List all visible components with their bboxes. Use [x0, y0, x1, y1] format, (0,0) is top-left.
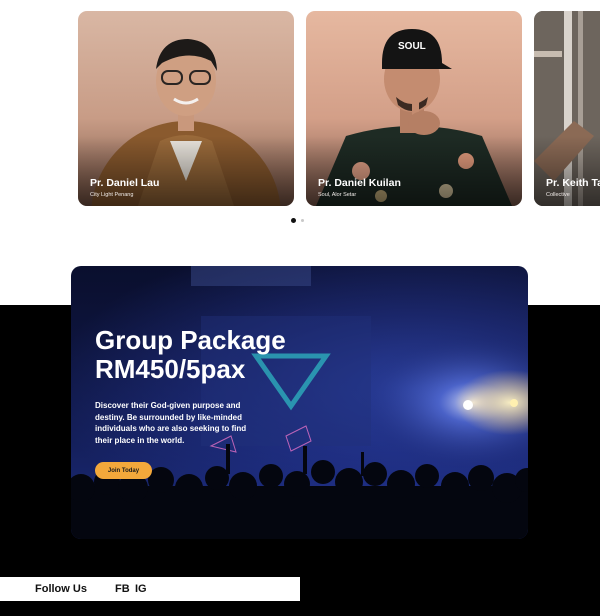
- speaker-name: Pr. Daniel Kuilan: [318, 177, 401, 189]
- speaker-card[interactable]: Pr. Daniel Lau City Light Penang: [78, 11, 294, 206]
- package-description: Discover their God-given purpose and des…: [95, 401, 247, 445]
- carousel-dot-active[interactable]: [291, 218, 296, 223]
- speaker-church: City Light Penang: [90, 192, 134, 198]
- carousel-dot[interactable]: [301, 219, 304, 222]
- group-package-banner: Group Package RM450/5pax Discover their …: [71, 266, 528, 539]
- package-price: RM450/5pax: [95, 354, 246, 384]
- instagram-link[interactable]: IG: [135, 583, 147, 595]
- speaker-church: Soul, Alor Setar: [318, 192, 357, 198]
- package-title: Group Package RM450/5pax: [95, 326, 355, 384]
- package-title-line: Group Package: [95, 325, 286, 355]
- speaker-card[interactable]: Pr. Keith Ta Collective: [534, 11, 600, 206]
- follow-us-bar: Follow Us FB IG: [0, 577, 300, 601]
- carousel-pagination: [291, 218, 304, 223]
- join-today-button[interactable]: Join Today: [95, 462, 152, 479]
- speaker-name: Pr. Keith Ta: [546, 177, 600, 189]
- facebook-link[interactable]: FB: [115, 583, 130, 595]
- speaker-card[interactable]: SOUL Pr. Daniel Kuilan Soul, Alor Setar: [306, 11, 522, 206]
- follow-us-label: Follow Us: [35, 583, 87, 595]
- svg-text:SOUL: SOUL: [398, 41, 426, 52]
- speaker-carousel[interactable]: Pr. Daniel Lau City Light Penang SOUL Pr…: [0, 0, 600, 232]
- speaker-name: Pr. Daniel Lau: [90, 177, 160, 189]
- speaker-church: Collective: [546, 192, 570, 198]
